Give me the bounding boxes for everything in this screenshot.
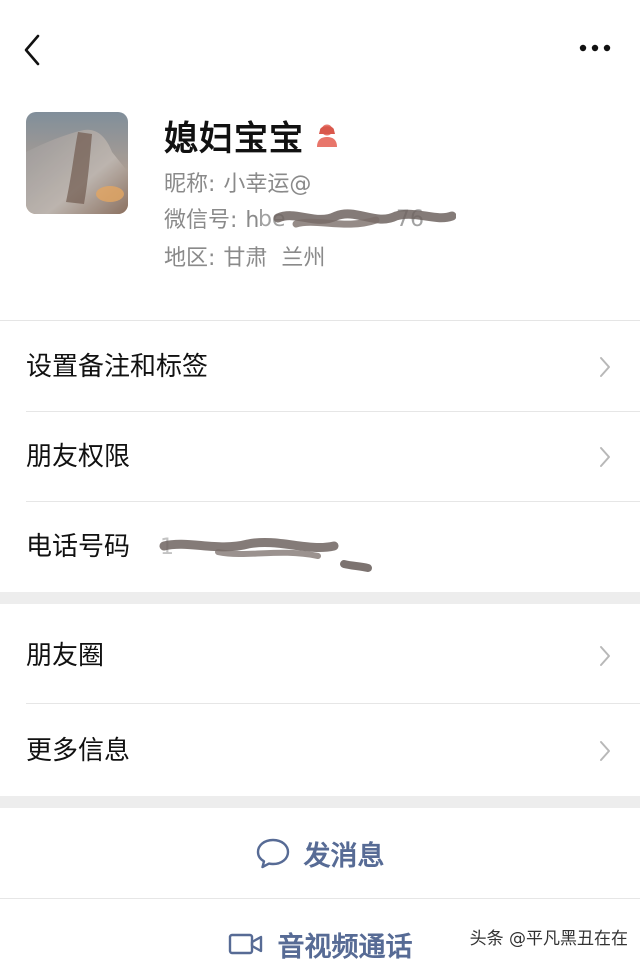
nickname-value: 小幸运@ [223,172,312,197]
wechat-id-value[interactable]: h [245,208,259,233]
section-gap [0,592,640,604]
friend-permissions-row[interactable]: 朋友权限 [0,412,640,502]
chat-bubble-icon [256,838,289,869]
moments-label: 朋友圈 [26,641,105,671]
redaction-scribble: be 76 [258,207,456,232]
name-line: 媳妇宝宝 [164,110,340,160]
chevron-right-icon [600,741,610,761]
friend-permissions-label: 朋友权限 [26,442,131,472]
avatar-image [26,112,128,214]
chevron-right-icon [600,357,610,377]
nickname-line: 昵称: 小幸运@ [164,166,311,198]
wechat-id-label: 微信号: [164,208,238,233]
phone-number-row[interactable]: 电话号码 1 [0,502,640,592]
send-message-label: 发消息 [303,840,385,872]
chevron-left-icon [24,34,40,66]
nickname-label: 昵称: [164,172,216,197]
more-info-row[interactable]: 更多信息 [0,704,640,796]
back-button[interactable] [18,30,48,70]
wechat-id-text: h [245,208,260,233]
region-label: 地区: [164,246,216,271]
contact-name: 媳妇宝宝 [164,118,304,159]
top-bar [0,0,640,100]
region-line: 地区: 甘肃 兰州 [164,240,325,272]
wechat-id-line: 微信号: h be 76 [164,202,456,234]
svg-text:be: be [258,207,286,232]
section-gap [0,796,640,808]
watermark-text: 头条 @平凡黑丑在在 [469,929,628,949]
section-divider [0,320,640,321]
chevron-right-icon [600,646,610,666]
phone-number-label: 电话号码 [26,532,131,562]
video-call-label: 音视频通话 [277,932,413,960]
remark-tags-row[interactable]: 设置备注和标签 [0,322,640,412]
chevron-right-icon [600,447,610,467]
redacted-phone-number[interactable]: 1 [158,528,378,578]
more-info-label: 更多信息 [26,736,131,766]
female-icon [317,124,337,147]
more-dots-icon [579,44,611,52]
profile-header: 媳妇宝宝 昵称: 小幸运@ 微信号: h be 76 地区: 甘肃 兰州 [0,100,640,320]
region-value: 甘肃 兰州 [223,246,326,271]
remark-tags-label: 设置备注和标签 [26,352,209,382]
avatar[interactable] [26,112,128,214]
video-camera-icon [228,933,262,955]
moments-row[interactable]: 朋友圈 [0,604,640,704]
send-message-button[interactable]: 发消息 [0,808,640,898]
svg-text:76: 76 [396,207,424,232]
more-button[interactable] [578,40,612,54]
